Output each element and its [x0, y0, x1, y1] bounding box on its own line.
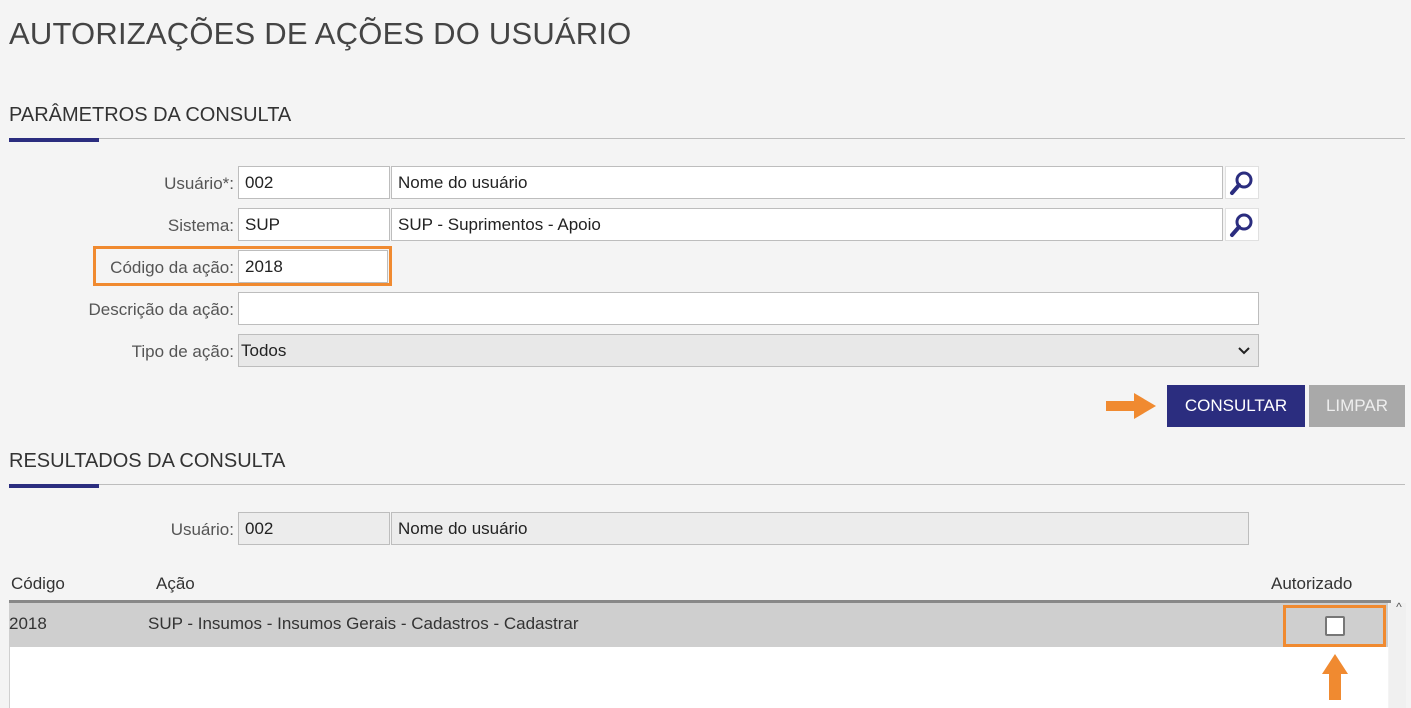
table-scrollbar[interactable]: [1389, 603, 1406, 708]
search-icon: [1230, 213, 1253, 237]
arrow-right-icon: [1106, 393, 1156, 419]
usuario-label: Usuário*:: [164, 174, 234, 193]
page-title: AUTORIZAÇÕES DE AÇÕES DO USUÁRIO: [9, 16, 632, 51]
usuario-name-input[interactable]: Nome do usuário: [391, 166, 1223, 199]
tipo-label: Tipo de ação:: [131, 342, 234, 361]
tipo-acao-value: Todos: [241, 340, 287, 360]
usuario-search-button[interactable]: [1225, 166, 1259, 199]
results-usuario-code: 002: [238, 512, 390, 545]
tipo-acao-select[interactable]: Todos: [238, 334, 1259, 367]
limpar-button[interactable]: LIMPAR: [1309, 385, 1405, 427]
search-icon: [1230, 171, 1253, 195]
descricao-acao-input[interactable]: [238, 292, 1259, 325]
descricao-label: Descrição da ação:: [88, 300, 234, 319]
sistema-search-button[interactable]: [1225, 208, 1259, 241]
consultar-button[interactable]: CONSULTAR: [1167, 385, 1305, 427]
row-acao: SUP - Insumos - Insumos Gerais - Cadastr…: [148, 614, 579, 633]
sistema-code-input[interactable]: SUP: [238, 208, 390, 241]
params-section-title: PARÂMETROS DA CONSULTA: [9, 104, 292, 126]
row-codigo: 2018: [9, 614, 47, 633]
results-divider: [9, 484, 1405, 485]
codigo-acao-input[interactable]: 2018: [238, 250, 388, 283]
usuario-code-input[interactable]: 002: [238, 166, 390, 199]
results-usuario-label: Usuário:: [170, 520, 234, 539]
params-divider: [9, 138, 1405, 139]
results-divider-accent: [9, 484, 99, 488]
results-section-title: RESULTADOS DA CONSULTA: [9, 450, 286, 472]
column-header-autorizado[interactable]: Autorizado: [1271, 574, 1352, 594]
column-header-acao[interactable]: Ação: [156, 574, 195, 594]
sistema-name-input[interactable]: SUP - Suprimentos - Apoio: [391, 208, 1223, 241]
sistema-label: Sistema:: [167, 216, 234, 235]
scroll-up-icon[interactable]: ^: [1392, 600, 1406, 616]
results-usuario-name: Nome do usuário: [391, 512, 1249, 545]
arrow-up-icon: [1322, 654, 1348, 700]
codigo-label: Código da ação:: [110, 258, 234, 277]
params-divider-accent: [9, 138, 99, 142]
column-header-codigo[interactable]: Código: [11, 574, 65, 594]
autorizado-checkbox[interactable]: [1325, 616, 1345, 636]
chevron-down-icon: [1238, 346, 1250, 354]
